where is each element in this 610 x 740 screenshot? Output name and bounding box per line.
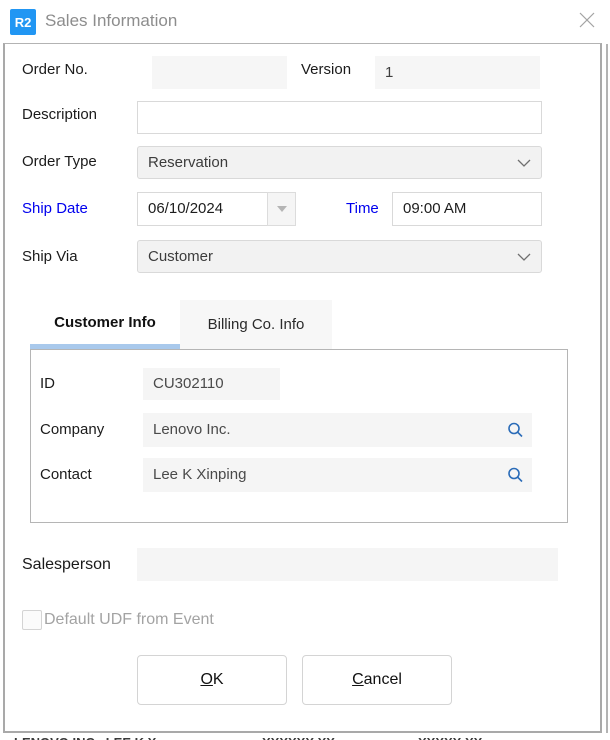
version-label: Version <box>301 61 351 78</box>
customer-id-label: ID <box>40 375 55 392</box>
tab-billing-co-info[interactable]: Billing Co. Info <box>180 300 332 349</box>
background-window-text: LENOVO INC., LEE K X <box>14 735 156 740</box>
ship-date-label: Ship Date <box>22 200 88 217</box>
ship-date-field[interactable]: 06/10/2024 <box>137 192 268 226</box>
cancel-button[interactable]: Cancel <box>302 655 452 705</box>
ship-via-value: Customer <box>148 248 517 265</box>
version-field: 1 <box>375 56 540 89</box>
default-udf-checkbox <box>22 610 42 630</box>
tab-customer-info[interactable]: Customer Info <box>30 300 180 349</box>
contact-search-icon[interactable] <box>507 467 524 484</box>
window-title: Sales Information <box>45 11 177 31</box>
time-label: Time <box>346 200 379 217</box>
background-window-text: XXXXX.XX <box>418 735 482 740</box>
description-field[interactable] <box>137 101 542 134</box>
description-label: Description <box>22 106 97 123</box>
contact-value: Lee K Xinping <box>153 466 246 483</box>
chevron-down-icon <box>517 159 531 167</box>
ok-button-rest: K <box>213 671 224 689</box>
salesperson-field <box>137 548 558 581</box>
background-window-text: XXXXXX.XX <box>262 735 335 740</box>
ok-button-mnemonic: O <box>200 671 212 689</box>
contact-label: Contact <box>40 466 92 483</box>
order-type-label: Order Type <box>22 153 97 170</box>
app-r2-icon: R2 <box>10 9 36 35</box>
close-icon <box>577 10 597 35</box>
default-udf-label: Default UDF from Event <box>44 611 214 629</box>
background-window-edge <box>606 44 608 733</box>
ok-button[interactable]: OK <box>137 655 287 705</box>
ship-via-dropdown[interactable]: Customer <box>137 240 542 273</box>
cancel-button-rest: ancel <box>364 671 402 689</box>
order-no-field <box>152 56 287 89</box>
order-type-dropdown[interactable]: Reservation <box>137 146 542 179</box>
company-label: Company <box>40 421 104 438</box>
ship-date-calendar-button[interactable] <box>267 192 296 226</box>
customer-id-field: CU302110 <box>143 368 280 400</box>
order-no-label: Order No. <box>22 61 88 78</box>
triangle-down-icon <box>277 206 287 212</box>
contact-field: Lee K Xinping <box>143 458 532 492</box>
order-type-value: Reservation <box>148 154 517 171</box>
cancel-button-mnemonic: C <box>352 671 364 689</box>
sales-information-dialog: R2 Sales Information Order No. Version 1… <box>0 0 610 740</box>
time-field[interactable]: 09:00 AM <box>392 192 542 226</box>
salesperson-label: Salesperson <box>22 556 111 574</box>
background-window-clipped-row: LENOVO INC., LEE K X XXXXXX.XX XXXXX.XX <box>0 734 610 740</box>
title-bar: R2 Sales Information <box>0 0 610 44</box>
company-field: Lenovo Inc. <box>143 413 532 447</box>
close-button[interactable] <box>570 5 604 39</box>
company-search-icon[interactable] <box>507 422 524 439</box>
chevron-down-icon <box>517 253 531 261</box>
ship-via-label: Ship Via <box>22 248 78 265</box>
company-value: Lenovo Inc. <box>153 421 231 438</box>
